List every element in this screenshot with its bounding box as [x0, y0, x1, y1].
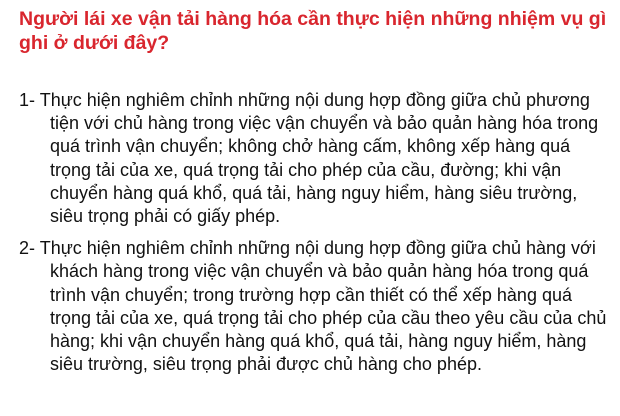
answer-option-2[interactable]: 2- Thực hiện nghiêm chỉnh những nội dung… [19, 237, 615, 376]
option-number: 1- [19, 90, 36, 110]
answer-option-1[interactable]: 1- Thực hiện nghiêm chỉnh những nội dung… [19, 89, 615, 228]
question-text: Người lái xe vận tải hàng hóa cần thực h… [19, 8, 607, 54]
option-text: Thực hiện nghiêm chỉnh những nội dung hợ… [39, 238, 607, 375]
option-number: 2- [19, 238, 36, 259]
answer-options-list: 1- Thực hiện nghiêm chỉnh những nội dung… [19, 89, 615, 385]
option-text: Thực hiện nghiêm chỉnh những nội dung hợ… [39, 90, 599, 227]
